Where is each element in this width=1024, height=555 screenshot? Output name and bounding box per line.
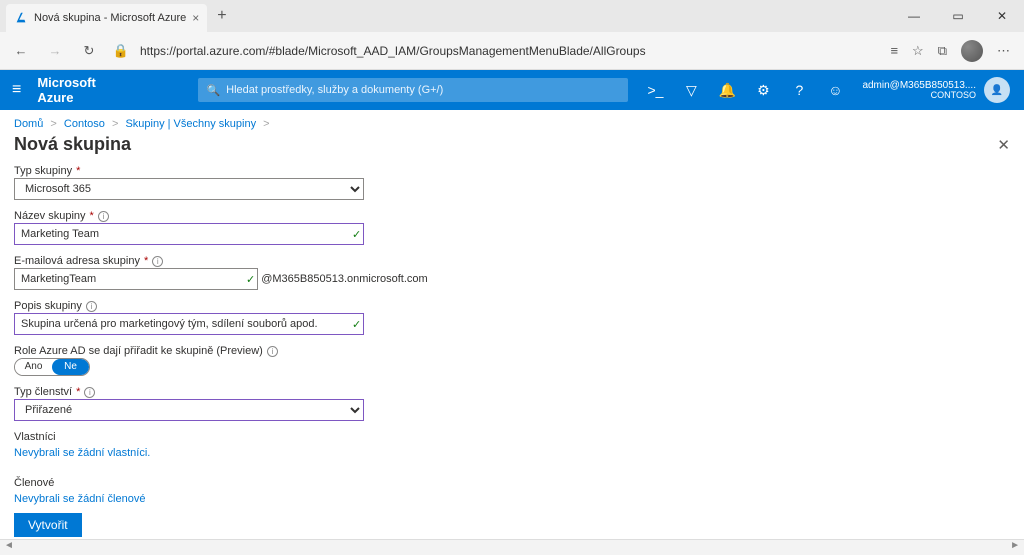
create-button[interactable]: Vytvořit [14, 513, 82, 537]
required-marker: * [76, 165, 80, 177]
scroll-right-icon[interactable]: ► [1010, 540, 1020, 555]
address-bar[interactable]: 🔒 https://portal.azure.com/#blade/Micros… [108, 43, 878, 59]
window-minimize-icon[interactable]: — [892, 0, 936, 32]
nav-refresh-icon[interactable]: ↻ [74, 43, 104, 59]
global-search[interactable]: 🔍 [198, 78, 628, 102]
cloud-shell-icon[interactable]: >_ [640, 70, 670, 110]
portal-header: ≡ Microsoft Azure 🔍 >_ ▽ 🔔 ⚙ ? ☺ admin@M… [0, 70, 1024, 110]
avatar: 👤 [984, 77, 1010, 103]
scroll-left-icon[interactable]: ◄ [4, 540, 14, 555]
page-title: Nová skupina [14, 134, 131, 155]
chevron-right-icon: > [259, 118, 273, 130]
breadcrumb-tenant[interactable]: Contoso [64, 118, 105, 130]
window-maximize-icon[interactable]: ▭ [936, 0, 980, 32]
group-name-label: Název skupiny [14, 210, 86, 222]
lock-icon: 🔒 [108, 43, 134, 59]
group-email-label: E-mailová adresa skupiny [14, 255, 140, 267]
owners-label: Vlastníci [14, 431, 1010, 443]
browser-titlebar: Nová skupina - Microsoft Azure × + — ▭ ✕ [0, 0, 1024, 32]
group-type-label: Typ skupiny [14, 165, 72, 177]
browser-avatar[interactable] [961, 40, 983, 62]
description-input[interactable] [14, 313, 364, 335]
address-text: https://portal.azure.com/#blade/Microsof… [140, 44, 646, 58]
browser-toolbar: ← → ↻ 🔒 https://portal.azure.com/#blade/… [0, 32, 1024, 70]
breadcrumb: Domů > Contoso > Skupiny | Všechny skupi… [0, 110, 1024, 134]
roles-assignable-label: Role Azure AD se dají přiřadit ke skupin… [14, 345, 263, 357]
info-icon[interactable]: i [152, 256, 163, 267]
account-menu[interactable]: admin@M365B850513.... CONTOSO 👤 [856, 77, 1016, 103]
collections-icon[interactable]: ⧉ [938, 43, 947, 59]
toggle-no: Ne [52, 359, 89, 375]
email-domain-suffix: @M365B850513.onmicrosoft.com [261, 273, 427, 285]
nav-forward-icon[interactable]: → [40, 43, 70, 58]
chevron-right-icon: > [46, 118, 60, 130]
blade-header: Nová skupina ✕ [0, 134, 1024, 161]
roles-assignable-toggle[interactable]: Ano Ne [14, 358, 90, 376]
toggle-yes: Ano [15, 359, 52, 375]
settings-icon[interactable]: ⚙ [748, 70, 778, 110]
info-icon[interactable]: i [86, 301, 97, 312]
directory-filter-icon[interactable]: ▽ [676, 70, 706, 110]
brand-title[interactable]: Microsoft Azure [37, 75, 106, 105]
footer: Vytvořit [0, 513, 1024, 537]
new-tab-button[interactable]: + [207, 7, 236, 25]
window-controls: — ▭ ✕ [892, 0, 1024, 32]
info-icon[interactable]: i [267, 346, 278, 357]
form: Typ skupiny * Microsoft 365 Název skupin… [0, 161, 1024, 512]
browser-more-icon[interactable]: ⋯ [997, 43, 1010, 59]
membership-type-label: Typ členství [14, 386, 72, 398]
required-marker: * [90, 210, 94, 222]
status-bar: ◄ ► [0, 539, 1024, 555]
account-tenant: CONTOSO [931, 91, 976, 101]
info-icon[interactable]: i [98, 211, 109, 222]
select-members-link[interactable]: Nevybrali se žádní členové [14, 493, 145, 505]
close-icon[interactable]: ✕ [997, 136, 1010, 154]
select-owners-link[interactable]: Nevybrali se žádní vlastníci. [14, 447, 150, 459]
members-label: Členové [14, 477, 1010, 489]
search-icon: 🔍 [206, 84, 220, 97]
browser-settings-icon[interactable]: ≡ [890, 43, 898, 58]
feedback-icon[interactable]: ☺ [820, 70, 850, 110]
menu-icon[interactable]: ≡ [8, 81, 25, 99]
search-input[interactable] [226, 84, 620, 96]
info-icon[interactable]: i [84, 387, 95, 398]
browser-tab[interactable]: Nová skupina - Microsoft Azure × [6, 4, 207, 32]
help-icon[interactable]: ? [784, 70, 814, 110]
azure-favicon [14, 11, 28, 25]
membership-type-select[interactable]: Přiřazené [14, 399, 364, 421]
tab-close-icon[interactable]: × [192, 11, 199, 25]
tab-title: Nová skupina - Microsoft Azure [34, 12, 186, 24]
breadcrumb-home[interactable]: Domů [14, 118, 43, 130]
favorites-icon[interactable]: ☆ [912, 43, 924, 59]
group-type-select[interactable]: Microsoft 365 [14, 178, 364, 200]
nav-back-icon[interactable]: ← [6, 43, 36, 58]
notifications-icon[interactable]: 🔔 [712, 70, 742, 110]
group-name-input[interactable] [14, 223, 364, 245]
group-email-input[interactable] [14, 268, 258, 290]
window-close-icon[interactable]: ✕ [980, 0, 1024, 32]
required-marker: * [76, 386, 80, 398]
account-email: admin@M365B850513.... [862, 80, 976, 91]
breadcrumb-groups[interactable]: Skupiny | Všechny skupiny [125, 118, 256, 130]
chevron-right-icon: > [108, 118, 122, 130]
required-marker: * [144, 255, 148, 267]
description-label: Popis skupiny [14, 300, 82, 312]
